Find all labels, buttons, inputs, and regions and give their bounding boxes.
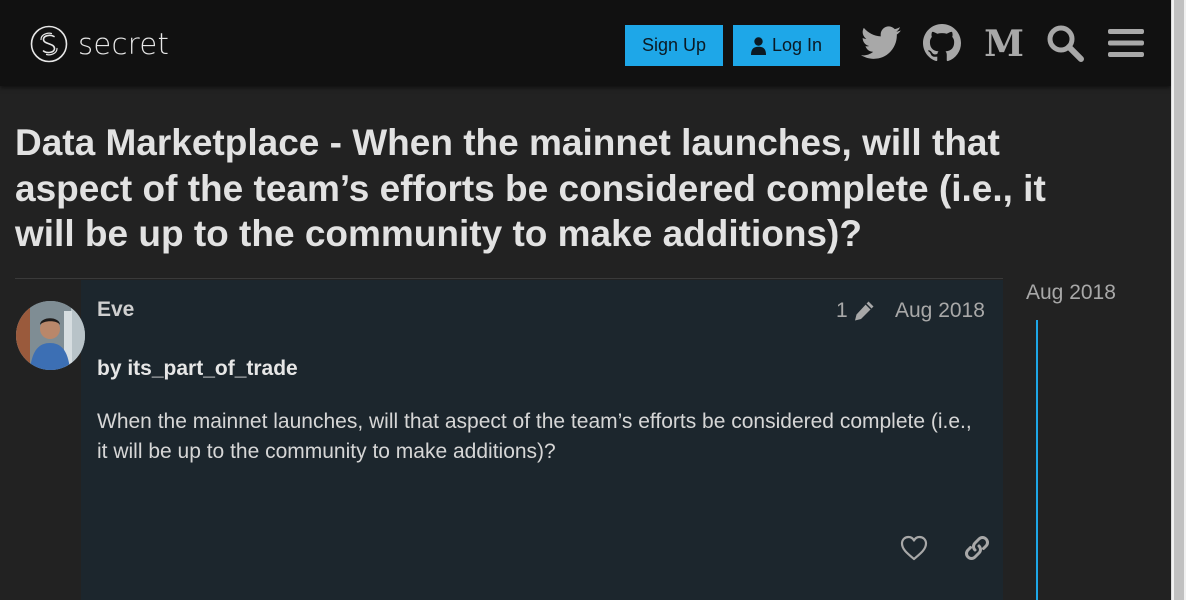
- hamburger-menu-icon: [1108, 29, 1144, 57]
- post-body: When the mainnet launches, will that asp…: [97, 410, 972, 463]
- svg-text:M: M: [985, 27, 1023, 59]
- title-divider: [15, 278, 1003, 279]
- edit-history[interactable]: 1: [836, 299, 875, 323]
- link-icon: [965, 536, 989, 560]
- medium-icon: M: [985, 27, 1023, 59]
- scrollbar-thumb[interactable]: [1174, 0, 1184, 600]
- hamburger-menu-button[interactable]: [1105, 22, 1147, 64]
- user-icon: [750, 36, 766, 55]
- log-in-button[interactable]: Log In: [733, 25, 840, 66]
- avatar[interactable]: [16, 301, 85, 370]
- log-in-label: Log In: [771, 35, 823, 55]
- topic-title[interactable]: Data Marketplace - When the mainnet laun…: [15, 120, 1075, 257]
- post-username[interactable]: Eve: [97, 298, 134, 322]
- timeline-scrubber[interactable]: [1036, 320, 1038, 600]
- avatar-photo: [16, 301, 85, 370]
- secret-logo-icon: [30, 25, 68, 63]
- post-byline: by its_part_of_trade: [97, 357, 298, 380]
- site-logo[interactable]: secret: [30, 24, 169, 64]
- share-link-button[interactable]: [961, 532, 993, 564]
- medium-link[interactable]: M: [983, 22, 1025, 64]
- edit-count-value: 1: [836, 299, 848, 322]
- twitter-link[interactable]: [860, 22, 902, 64]
- github-link[interactable]: [921, 22, 963, 64]
- heart-icon: [900, 535, 928, 561]
- post-date[interactable]: Aug 2018: [895, 299, 985, 323]
- timeline-date[interactable]: Aug 2018: [1026, 281, 1116, 305]
- like-button[interactable]: [898, 532, 930, 564]
- github-icon: [923, 24, 961, 62]
- sign-up-button[interactable]: Sign Up: [625, 25, 723, 66]
- site-header: secret Sign Up Log In M: [0, 0, 1171, 86]
- logo-text: secret: [78, 27, 170, 61]
- page-scrollbar[interactable]: [1171, 0, 1186, 600]
- search-button[interactable]: [1044, 22, 1086, 64]
- twitter-icon: [861, 26, 901, 59]
- search-icon: [1047, 25, 1084, 62]
- pencil-icon: [854, 301, 874, 321]
